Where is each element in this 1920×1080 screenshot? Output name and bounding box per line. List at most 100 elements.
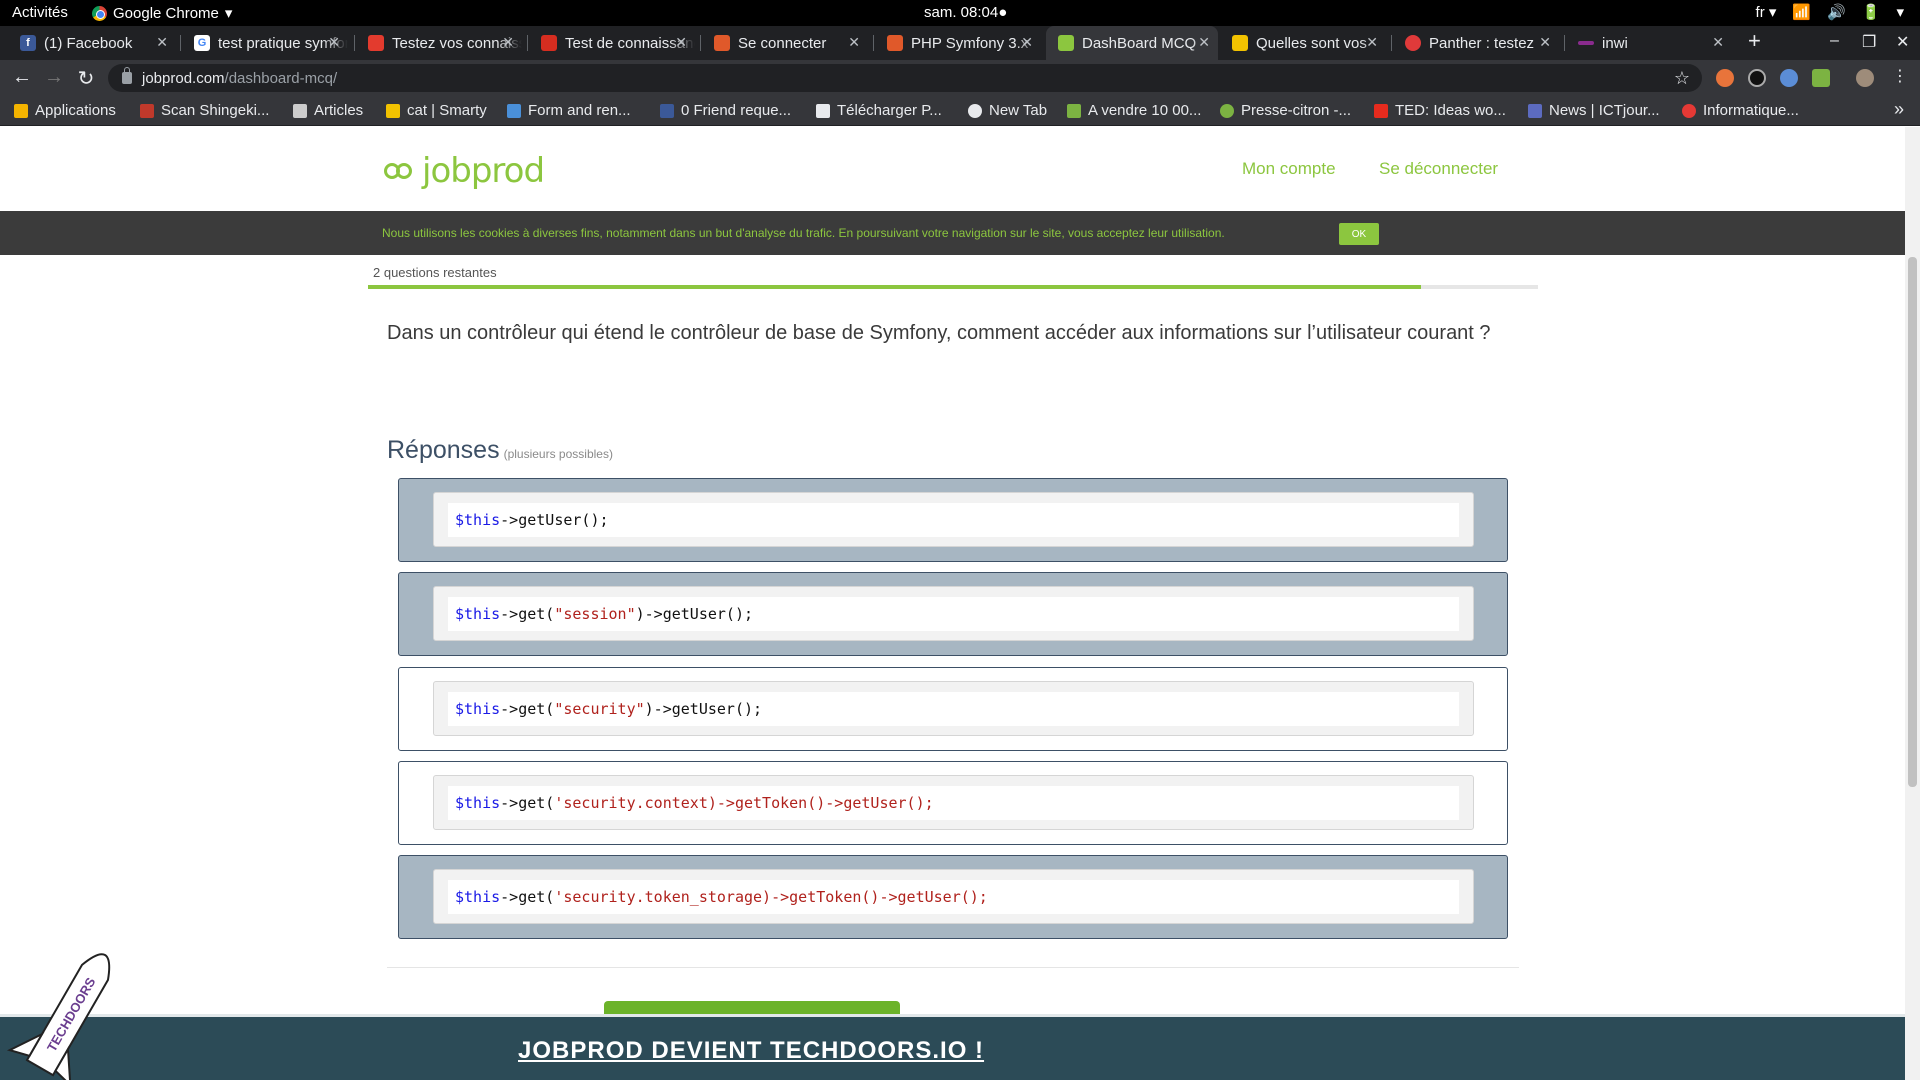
bookmark-label: A vendre 10 00... — [1088, 102, 1202, 119]
tab-facebook[interactable]: f (1) Facebook ✕ — [8, 26, 176, 60]
answer-option[interactable]: $this->get('security.context)->getToken(… — [398, 761, 1508, 845]
close-tab-icon[interactable]: ✕ — [1021, 34, 1033, 51]
bookmark-label: Articles — [314, 102, 364, 119]
bookmark-form-and-render[interactable]: Form and ren... — [507, 102, 631, 119]
site-icon — [293, 103, 307, 118]
techdoors-banner[interactable]: JOBPROD DEVIENT TECHDOORS.IO ! — [0, 1014, 1905, 1080]
bookmark-ictjournal[interactable]: News | ICTjour... — [1528, 102, 1660, 119]
code-string: 'security.token_storage)->getToken()->ge… — [554, 888, 988, 906]
cookie-ok-button[interactable]: OK — [1339, 223, 1379, 245]
tab-panther[interactable]: Panther : testez ✕ — [1393, 26, 1559, 60]
lock-icon — [122, 67, 132, 84]
app-menu[interactable]: Google Chrome ▾ — [92, 4, 232, 22]
bookmark-scan-shingeki[interactable]: Scan Shingeki... — [140, 102, 269, 119]
tab-se-connecter[interactable]: Se connecter ✕ — [702, 26, 868, 60]
code-variable: $this — [455, 605, 501, 623]
extension-icon[interactable] — [1780, 69, 1798, 87]
extension-icon[interactable] — [1812, 69, 1830, 87]
bookmark-new-tab[interactable]: New Tab — [968, 102, 1047, 119]
answer-code: $this->get("session")->getUser(); — [448, 597, 1459, 631]
bookmark-label: TED: Ideas wo... — [1395, 102, 1506, 119]
nav-se-deconnecter[interactable]: Se déconnecter — [1379, 159, 1498, 179]
tab-inwi[interactable]: inwi ✕ — [1566, 26, 1732, 60]
extension-icon[interactable] — [1748, 69, 1766, 87]
bookmark-friend-requests[interactable]: 0 Friend reque... — [660, 102, 791, 119]
apps-grid-icon — [14, 103, 28, 118]
code-text: ->get( — [500, 700, 555, 718]
code-variable: $this — [455, 888, 501, 906]
site-icon — [714, 35, 730, 51]
quiz-progress-fill — [368, 285, 1421, 289]
reload-icon[interactable]: ↻ — [74, 66, 98, 91]
page-scrollbar[interactable] — [1905, 127, 1920, 1080]
close-tab-icon[interactable]: ✕ — [1198, 34, 1210, 51]
divider — [387, 967, 1519, 968]
code-text: ->get( — [500, 794, 555, 812]
answer-option[interactable]: $this->get("session")->getUser(); — [398, 572, 1508, 656]
address-bar[interactable]: jobprod.com/dashboard-mcq/ ☆ — [108, 64, 1702, 92]
jobprod-logo[interactable]: jobprod — [382, 151, 545, 191]
bookmark-label: Presse-citron -... — [1241, 102, 1352, 119]
tab-test-pratique[interactable]: G test pratique symfony ✕ — [182, 26, 348, 60]
more-bookmarks-icon[interactable]: » — [1894, 99, 1904, 120]
code-variable: $this — [455, 794, 501, 812]
avatar[interactable] — [1856, 69, 1874, 87]
close-tab-icon[interactable]: ✕ — [1539, 34, 1551, 51]
tab-quelles-sont-vos[interactable]: Quelles sont vos ✕ — [1220, 26, 1386, 60]
menu-dots-icon[interactable]: ⋮ — [1888, 66, 1912, 86]
bookmark-ted[interactable]: TED: Ideas wo... — [1374, 102, 1506, 119]
bookmark-label: Informatique... — [1703, 102, 1799, 119]
close-tab-icon[interactable]: ✕ — [848, 34, 860, 51]
bookmark-applications[interactable]: Applications — [14, 102, 116, 119]
banner-text[interactable]: JOBPROD DEVIENT TECHDOORS.IO ! — [518, 1037, 984, 1065]
close-window-icon[interactable]: ✕ — [1896, 32, 1909, 52]
nav-mon-compte[interactable]: Mon compte — [1242, 159, 1336, 179]
bookmark-label: Applications — [35, 102, 116, 119]
scrollbar-thumb[interactable] — [1908, 257, 1917, 787]
answer-option[interactable]: $this->getUser(); — [398, 478, 1508, 562]
code-variable: $this — [455, 700, 501, 718]
jobprod-icon — [1058, 35, 1074, 51]
bookmark-a-vendre[interactable]: A vendre 10 00... — [1067, 102, 1201, 119]
extension-icon[interactable] — [1716, 69, 1734, 87]
bookmark-cat-smarty[interactable]: cat | Smarty — [386, 102, 487, 119]
bookmark-telecharger[interactable]: Télécharger P... — [816, 102, 942, 119]
questions-remaining: 2 questions restantes — [373, 265, 497, 280]
logo-mark-icon — [382, 155, 418, 187]
site-icon — [816, 103, 830, 118]
bookmark-articles[interactable]: Articles — [293, 102, 363, 119]
clock[interactable]: sam. 08:04● — [924, 4, 1007, 21]
new-tab-button[interactable]: + — [1748, 28, 1761, 54]
bookmark-star-icon[interactable]: ☆ — [1674, 68, 1690, 89]
language-indicator[interactable]: fr ▾ — [1756, 3, 1777, 21]
close-tab-icon[interactable]: ✕ — [156, 34, 168, 51]
bookmark-presse-citron[interactable]: Presse-citron -... — [1220, 102, 1351, 119]
close-tab-icon[interactable]: ✕ — [1366, 34, 1378, 51]
site-icon — [507, 103, 521, 118]
code-text: ->get( — [500, 888, 555, 906]
code-string: 'security.context)->getToken()->getUser(… — [554, 794, 934, 812]
code-string: "session" — [554, 605, 636, 623]
site-icon — [386, 103, 400, 118]
forward-arrow-icon[interactable]: → — [42, 66, 66, 89]
minimize-icon[interactable]: – — [1830, 32, 1839, 50]
site-header: jobprod Mon compte Se déconnecter — [0, 127, 1905, 211]
close-tab-icon[interactable]: ✕ — [328, 34, 340, 51]
bookmark-informatique[interactable]: Informatique... — [1682, 102, 1799, 119]
answer-option[interactable]: $this->get('security.token_storage)->get… — [398, 855, 1508, 939]
system-tray[interactable]: fr ▾ 📶 🔊 🔋 ▾ — [1756, 3, 1904, 21]
close-tab-icon[interactable]: ✕ — [675, 34, 687, 51]
back-arrow-icon[interactable]: ← — [10, 66, 34, 89]
close-tab-icon[interactable]: ✕ — [502, 34, 514, 51]
maximize-icon[interactable]: ❐ — [1862, 32, 1876, 52]
tab-test-de-connaissances[interactable]: Test de connaissances ✕ — [529, 26, 695, 60]
site-icon — [140, 103, 154, 118]
site-icon — [1374, 103, 1388, 118]
tab-dashboard-mcq[interactable]: DashBoard MCQ ✕ — [1046, 26, 1218, 60]
activities-button[interactable]: Activités — [12, 4, 68, 21]
tab-php-symfony[interactable]: PHP Symfony 3.x ✕ — [875, 26, 1041, 60]
answer-option[interactable]: $this->get("security")->getUser(); — [398, 667, 1508, 751]
google-icon: G — [194, 35, 210, 51]
tab-testez-vos-connaissances[interactable]: Testez vos connaissances ✕ — [356, 26, 522, 60]
close-tab-icon[interactable]: ✕ — [1712, 34, 1724, 51]
